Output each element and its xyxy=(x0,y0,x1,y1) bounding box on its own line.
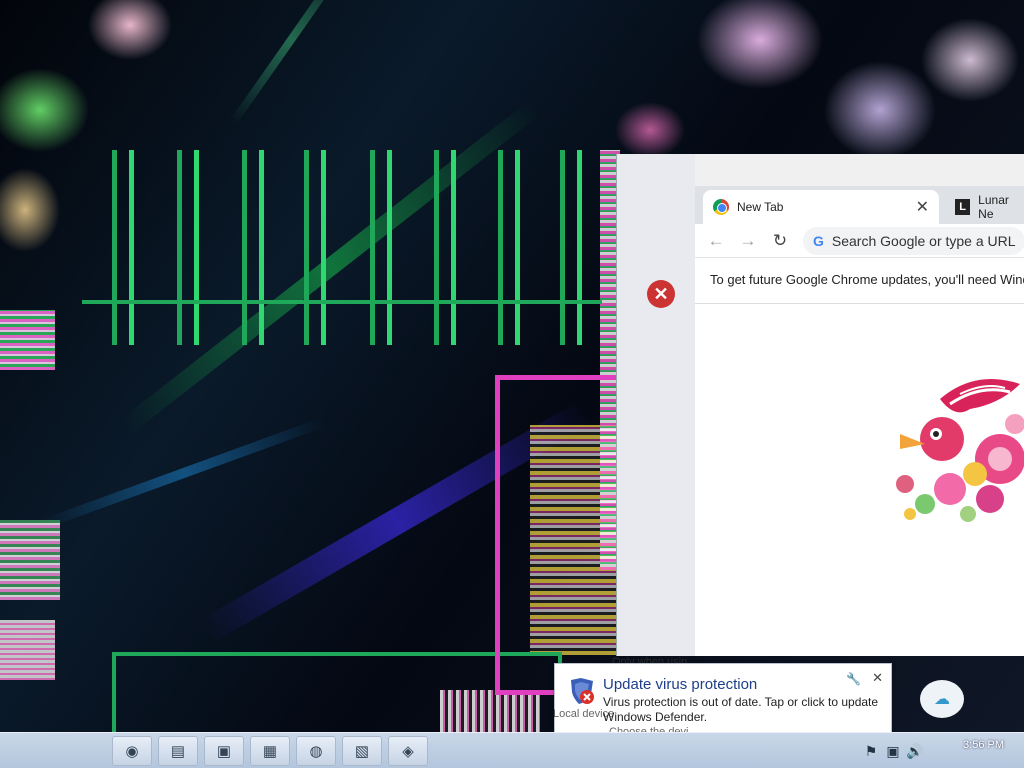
ghost-settings-text: Local device xyxy=(553,708,615,720)
forward-icon[interactable]: → xyxy=(739,231,757,251)
taskbar-chrome-icon[interactable]: ◉ xyxy=(112,736,152,766)
background-window-strip: ✕ xyxy=(617,154,695,656)
omnibox-placeholder: Search Google or type a URL xyxy=(831,232,1016,249)
system-tray: ⚑ ▣ 🔊 xyxy=(860,733,926,768)
infobar-text: To get future Google Chrome updates, you… xyxy=(710,272,1024,287)
weather-widget-icon[interactable]: ☁ xyxy=(920,680,964,718)
defender-notification[interactable]: Update virus protection Virus protection… xyxy=(553,663,892,740)
taskbar-app-icon[interactable]: ▤ xyxy=(158,736,198,766)
glitch-pink-frame xyxy=(495,375,625,695)
taskbar-app-icon[interactable]: ▧ xyxy=(342,736,382,766)
notification-body: Virus protection is out of date. Tap or … xyxy=(603,695,879,724)
back-icon[interactable]: ← xyxy=(707,231,725,251)
new-tab-page xyxy=(695,304,1024,656)
taskbar-app-icon[interactable]: ▣ xyxy=(204,736,244,766)
tab-label: New Tab xyxy=(737,200,784,214)
taskbar-app-icon[interactable]: ◍ xyxy=(296,736,336,766)
volume-icon[interactable]: 🔊 xyxy=(904,743,926,760)
reload-icon[interactable]: ↻ xyxy=(771,231,789,251)
notification-title: Update virus protection xyxy=(603,676,758,693)
tab-lunar[interactable]: L Lunar Ne xyxy=(945,190,1024,224)
glitch-noise xyxy=(0,620,55,680)
chrome-window[interactable]: ✕ New Tab ✕ L Lunar Ne ← → ↻ G Search Go… xyxy=(616,154,1024,656)
glitch-noise xyxy=(0,520,60,600)
chrome-icon xyxy=(713,199,729,215)
taskbar-clock[interactable]: 3:56 PM xyxy=(963,739,1004,751)
network-icon[interactable]: ▣ xyxy=(882,743,904,760)
wallpaper-streak xyxy=(40,417,326,530)
taskbar-app-icon[interactable]: ▦ xyxy=(250,736,290,766)
omnibox[interactable]: G Search Google or type a URL xyxy=(803,226,1024,255)
tab-new-tab[interactable]: New Tab ✕ xyxy=(703,190,939,224)
google-icon: G xyxy=(813,232,824,249)
close-icon[interactable]: ✕ xyxy=(872,670,883,686)
tab-strip: New Tab ✕ L Lunar Ne xyxy=(695,186,1024,224)
update-infobar: To get future Google Chrome updates, you… xyxy=(695,258,1024,304)
error-icon: ✕ xyxy=(647,280,675,308)
wallpaper-streak xyxy=(230,0,352,125)
tab-label: Lunar Ne xyxy=(978,193,1009,221)
chrome-toolbar: ← → ↻ G Search Google or type a URL xyxy=(695,224,1024,258)
close-tab-icon[interactable]: ✕ xyxy=(916,197,929,217)
action-center-flag-icon[interactable]: ⚑ xyxy=(860,743,882,760)
glitch-green-bars xyxy=(82,150,602,345)
taskbar: ◉ ▤ ▣ ▦ ◍ ▧ ◈ ⚑ ▣ 🔊 3:56 PM xyxy=(0,732,1024,768)
site-icon: L xyxy=(955,199,971,215)
taskbar-app-icon[interactable]: ◈ xyxy=(388,736,428,766)
clock-time: 3:56 PM xyxy=(963,739,1004,751)
google-doodle-image[interactable] xyxy=(880,364,1024,534)
shield-error-icon xyxy=(571,678,594,704)
settings-wrench-icon[interactable]: 🔧 xyxy=(846,672,861,686)
glitch-noise xyxy=(0,310,55,370)
